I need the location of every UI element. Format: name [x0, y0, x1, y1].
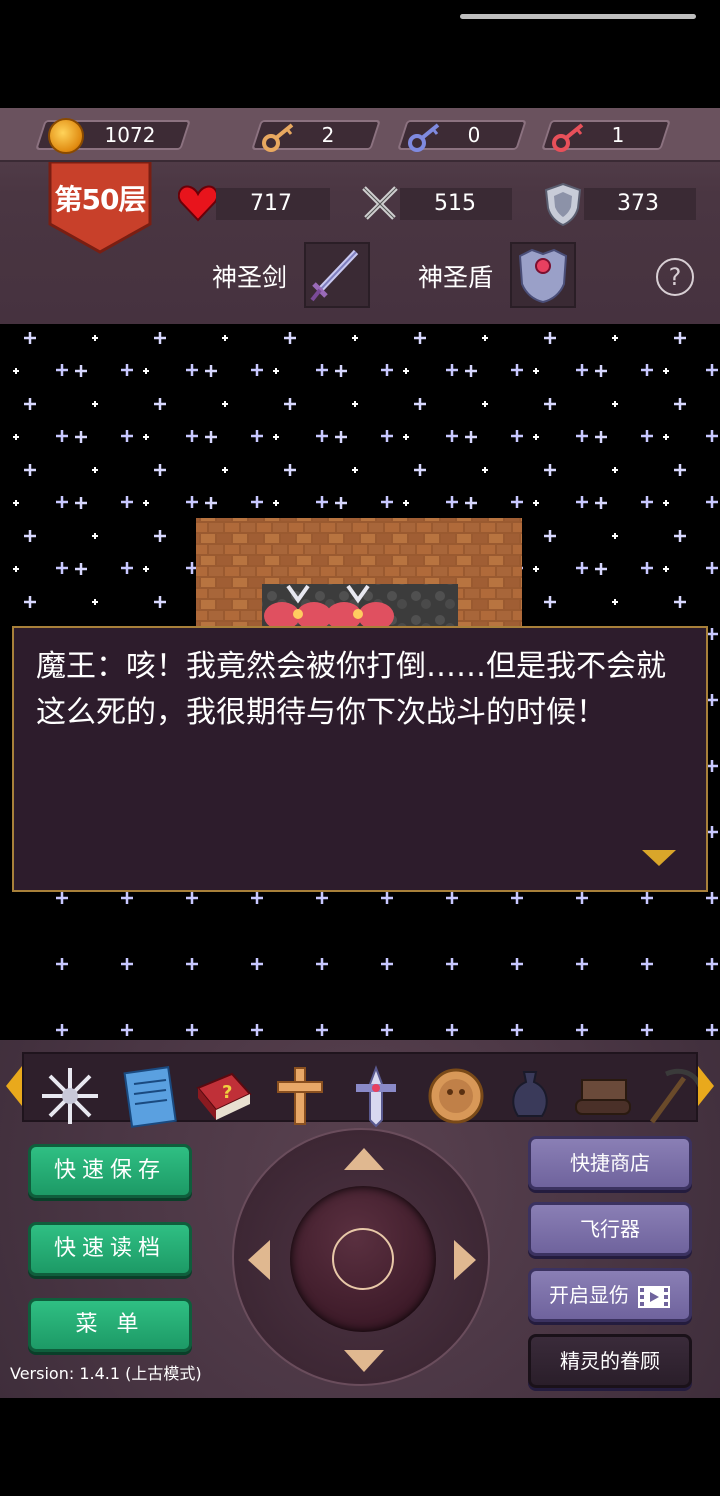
coin-face-icon[interactable]	[424, 1064, 488, 1128]
help-icon[interactable]: ?	[656, 258, 694, 296]
crossed-swords-icon	[362, 186, 398, 220]
control-panel: ? 快速保存 快速读档 菜 单 Version: 1.4.1 (上古模式) 快捷…	[0, 1040, 720, 1398]
dialog-box[interactable]: 魔王：咳！我竟然会被你打倒……但是我不会就这么死的，我很期待与你下次战斗的时候！	[12, 626, 708, 892]
svg-text:?: ?	[222, 1082, 232, 1103]
dialog-text: 魔王：咳！我竟然会被你打倒……但是我不会就这么死的，我很期待与你下次战斗的时候！	[36, 649, 666, 730]
item-scroll-left-icon[interactable]	[6, 1066, 22, 1106]
item-scroll-right-icon[interactable]	[698, 1066, 714, 1106]
shield-label: 神圣盾	[418, 263, 494, 292]
fairy-favor-button[interactable]: 精灵的眷顾	[528, 1334, 692, 1388]
home-indicator	[460, 14, 696, 19]
holy-sword-icon	[310, 249, 359, 302]
vase-icon[interactable]	[498, 1064, 562, 1128]
defense-value: 373	[617, 191, 659, 216]
status-hud: 1072 2 0 1 第50层 717 515 373 神圣剑 神圣盾 ?	[0, 108, 720, 324]
direction-pad	[232, 1128, 490, 1386]
snowflake-icon[interactable]	[38, 1064, 102, 1128]
heart-icon	[178, 185, 218, 222]
quick-load-button[interactable]: 快速读档	[28, 1222, 192, 1276]
blue-key-icon	[408, 123, 440, 152]
weapon-slot[interactable]	[304, 242, 370, 308]
resource-bar: 1072 2 0 1	[0, 108, 720, 162]
quick-save-button[interactable]: 快速保存	[28, 1144, 192, 1198]
hp-value: 717	[250, 191, 292, 216]
cross-icon[interactable]	[268, 1064, 332, 1128]
quick-shop-button[interactable]: 快捷商店	[528, 1136, 692, 1190]
dpad-center-ring	[332, 1228, 394, 1290]
holy-sword-emblem-icon[interactable]	[344, 1064, 408, 1128]
menu-button[interactable]: 菜 单	[28, 1298, 192, 1352]
blue-key-count: 0	[467, 123, 481, 147]
flyer-button[interactable]: 飞行器	[528, 1202, 692, 1256]
shield-icon	[544, 182, 582, 226]
dpad-knob[interactable]	[290, 1186, 436, 1332]
gold-coin-icon	[48, 118, 84, 154]
dpad-down-arrow-icon[interactable]	[344, 1350, 384, 1372]
red-key-icon	[552, 123, 584, 152]
film-icon	[638, 1285, 670, 1308]
item-bar: ?	[22, 1052, 703, 1128]
monster-book-icon[interactable]: ?	[192, 1064, 256, 1128]
shield-slot[interactable]	[510, 242, 576, 308]
notebook-icon[interactable]	[118, 1064, 182, 1128]
show-damage-button[interactable]: 开启显伤	[528, 1268, 692, 1322]
continue-arrow-icon[interactable]	[642, 850, 676, 866]
scroll-icon[interactable]	[572, 1064, 636, 1128]
red-key-count: 1	[611, 123, 625, 147]
attack-value: 515	[434, 191, 476, 216]
gold-value: 1072	[104, 123, 156, 147]
weapon-label: 神圣剑	[212, 263, 288, 292]
floor-label: 第50层	[54, 183, 147, 216]
version-label: Version: 1.4.1 (上古模式)	[10, 1364, 202, 1383]
yellow-key-icon	[262, 123, 294, 152]
holy-shield-icon	[518, 248, 568, 304]
yellow-key-count: 2	[321, 123, 335, 147]
show-damage-label: 开启显伤	[549, 1283, 629, 1307]
dpad-left-arrow-icon[interactable]	[248, 1240, 270, 1280]
game-screen: 1072 2 0 1 第50层 717 515 373 神圣剑 神圣盾 ? 魔王…	[0, 0, 720, 1496]
dpad-right-arrow-icon[interactable]	[454, 1240, 476, 1280]
dpad-up-arrow-icon[interactable]	[344, 1148, 384, 1170]
pickaxe-icon[interactable]	[640, 1064, 704, 1128]
